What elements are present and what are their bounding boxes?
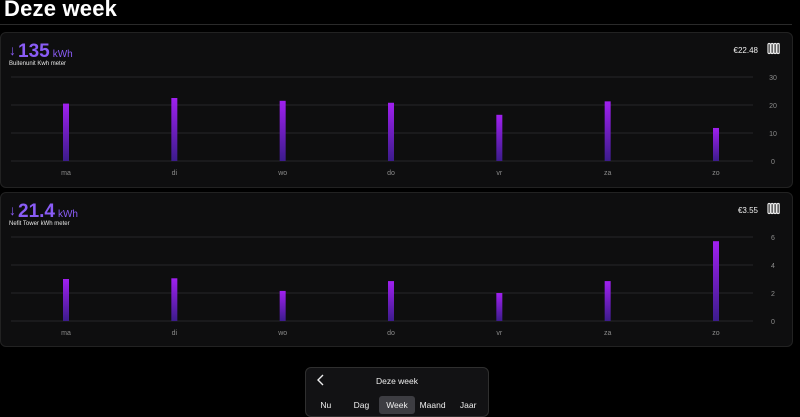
x-tick-label: vr	[496, 330, 503, 337]
tab-week[interactable]: Week	[379, 396, 415, 414]
bar-chart-buitenunit: 0 10 20 30 ma di wo do vr za zo	[11, 75, 777, 177]
bar-do[interactable]	[388, 281, 394, 321]
x-tick-label: do	[387, 330, 395, 337]
x-tick-label: wo	[277, 170, 287, 177]
energy-card-nefit: ↓ 21.4 kWh Nefit Tower kWh meter €3.55 0…	[0, 192, 793, 347]
y-tick-label: 0	[771, 319, 775, 326]
y-tick-label: 2	[771, 291, 775, 298]
bar-za[interactable]	[604, 101, 611, 161]
x-tick-label: za	[604, 170, 612, 177]
tab-dag[interactable]: Dag	[344, 396, 380, 414]
x-tick-label: di	[172, 330, 178, 337]
title-divider	[0, 24, 792, 25]
bar-vr[interactable]	[496, 114, 503, 161]
y-tick-label: 30	[769, 75, 777, 82]
y-tick-label: 4	[771, 263, 775, 270]
tab-maand[interactable]: Maand	[415, 396, 451, 414]
bar-wo[interactable]	[279, 290, 286, 321]
period-tabs: Nu Dag Week Maand Jaar	[308, 396, 486, 414]
x-tick-label: zo	[712, 330, 720, 337]
y-tick-label: 0	[771, 159, 775, 166]
x-tick-label: di	[172, 170, 178, 177]
x-tick-label: ma	[61, 170, 71, 177]
tab-jaar[interactable]: Jaar	[450, 396, 486, 414]
y-tick-label: 10	[769, 131, 777, 138]
bar-do[interactable]	[388, 102, 394, 161]
x-tick-label: za	[604, 330, 612, 337]
x-tick-label: wo	[277, 330, 287, 337]
x-tick-label: vr	[496, 170, 503, 177]
y-tick-label: 20	[769, 103, 777, 110]
period-navigator: Deze week Nu Dag Week Maand Jaar	[305, 367, 489, 417]
period-label: Deze week	[375, 376, 419, 386]
bar-zo[interactable]	[713, 241, 719, 321]
x-tick-label: ma	[61, 330, 71, 337]
x-tick-label: do	[387, 170, 395, 177]
bar-za[interactable]	[604, 281, 611, 321]
bar-di[interactable]	[171, 98, 178, 161]
bar-wo[interactable]	[279, 100, 286, 161]
bar-di[interactable]	[171, 278, 178, 321]
bar-ma[interactable]	[63, 279, 69, 321]
bar-ma[interactable]	[63, 103, 69, 161]
bar-zo[interactable]	[713, 127, 719, 161]
bar-chart-nefit: 0 2 4 6 ma di wo do vr za zo	[11, 235, 775, 337]
energy-card-buitenunit: ↓ 135 kWh Buitenunit Kwh meter €22.48 01…	[0, 32, 793, 188]
page-title: Deze week	[4, 0, 118, 21]
y-tick-label: 6	[771, 235, 775, 242]
tab-nu[interactable]: Nu	[308, 396, 344, 414]
bar-vr[interactable]	[496, 293, 503, 321]
x-tick-label: zo	[712, 170, 720, 177]
